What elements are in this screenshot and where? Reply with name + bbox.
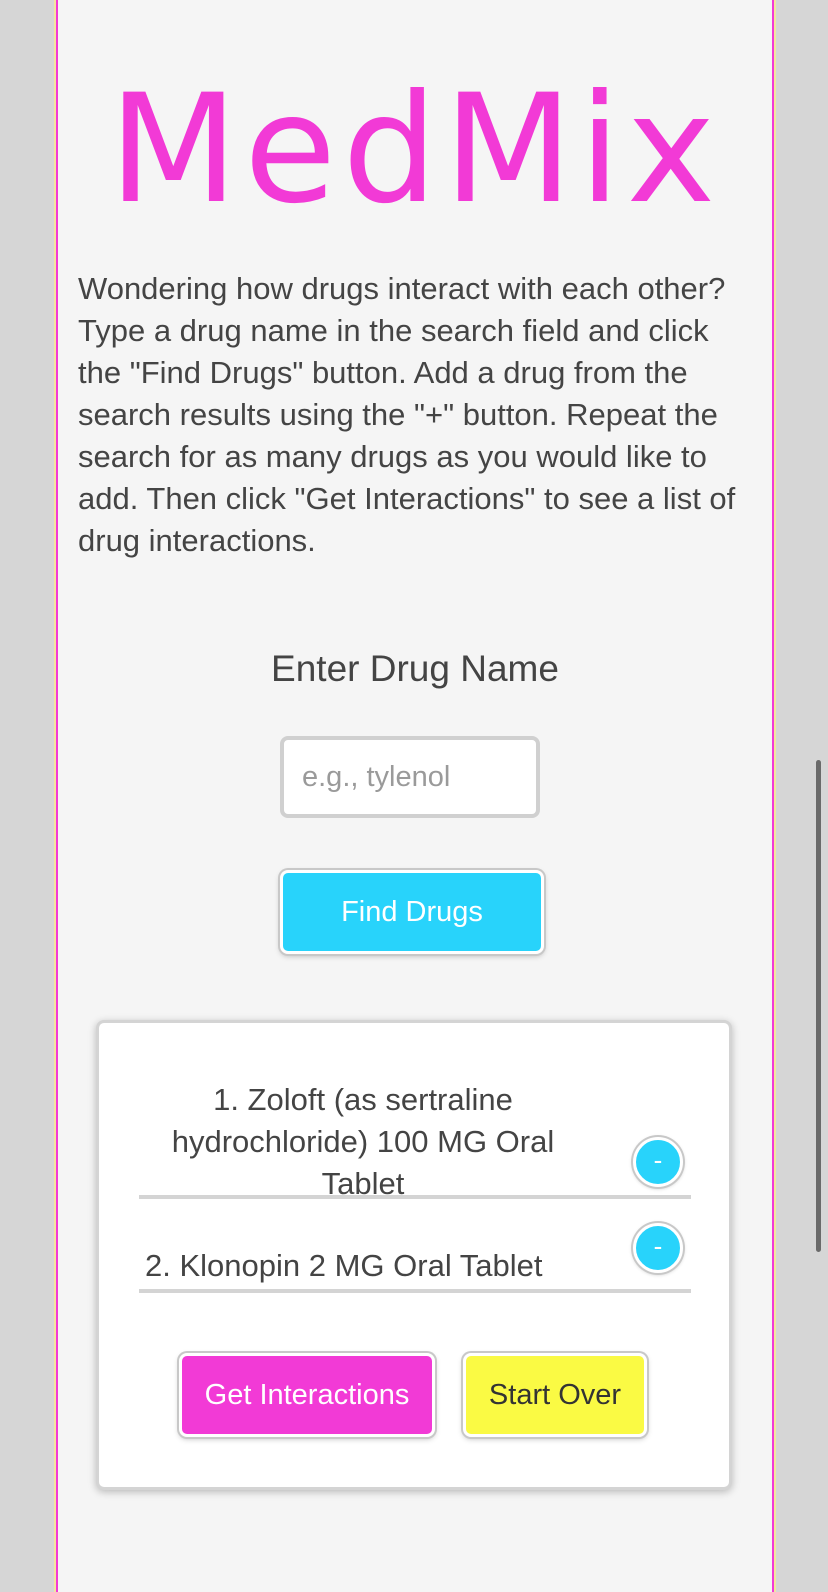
drug-search-input[interactable] xyxy=(280,736,540,818)
remove-drug-button[interactable]: - xyxy=(633,1223,683,1273)
selected-drug-label: 1. Zoloft (as sertraline hydrochloride) … xyxy=(171,1082,555,1201)
selected-drug-item: 2. Klonopin 2 MG Oral Tablet - xyxy=(139,1217,691,1293)
drug-name-label: Enter Drug Name xyxy=(271,648,559,689)
page-scrollbar[interactable] xyxy=(816,760,821,1252)
minus-icon: - xyxy=(653,1145,663,1175)
remove-drug-button[interactable]: - xyxy=(633,1137,683,1187)
get-interactions-button[interactable]: Get Interactions xyxy=(179,1353,435,1437)
selected-drug-label: 2. Klonopin 2 MG Oral Tablet xyxy=(145,1248,543,1283)
selected-drugs-panel: 1. Zoloft (as sertraline hydrochloride) … xyxy=(96,1020,732,1490)
page-container: MedMix Wondering how drugs interact with… xyxy=(56,0,774,1592)
start-over-button[interactable]: Start Over xyxy=(463,1353,647,1437)
app-logo: MedMix xyxy=(108,63,722,237)
minus-icon: - xyxy=(653,1231,663,1261)
find-drugs-button[interactable]: Find Drugs xyxy=(280,870,544,954)
selected-drug-item: 1. Zoloft (as sertraline hydrochloride) … xyxy=(139,1069,691,1201)
intro-text: Wondering how drugs interact with each o… xyxy=(78,271,736,558)
